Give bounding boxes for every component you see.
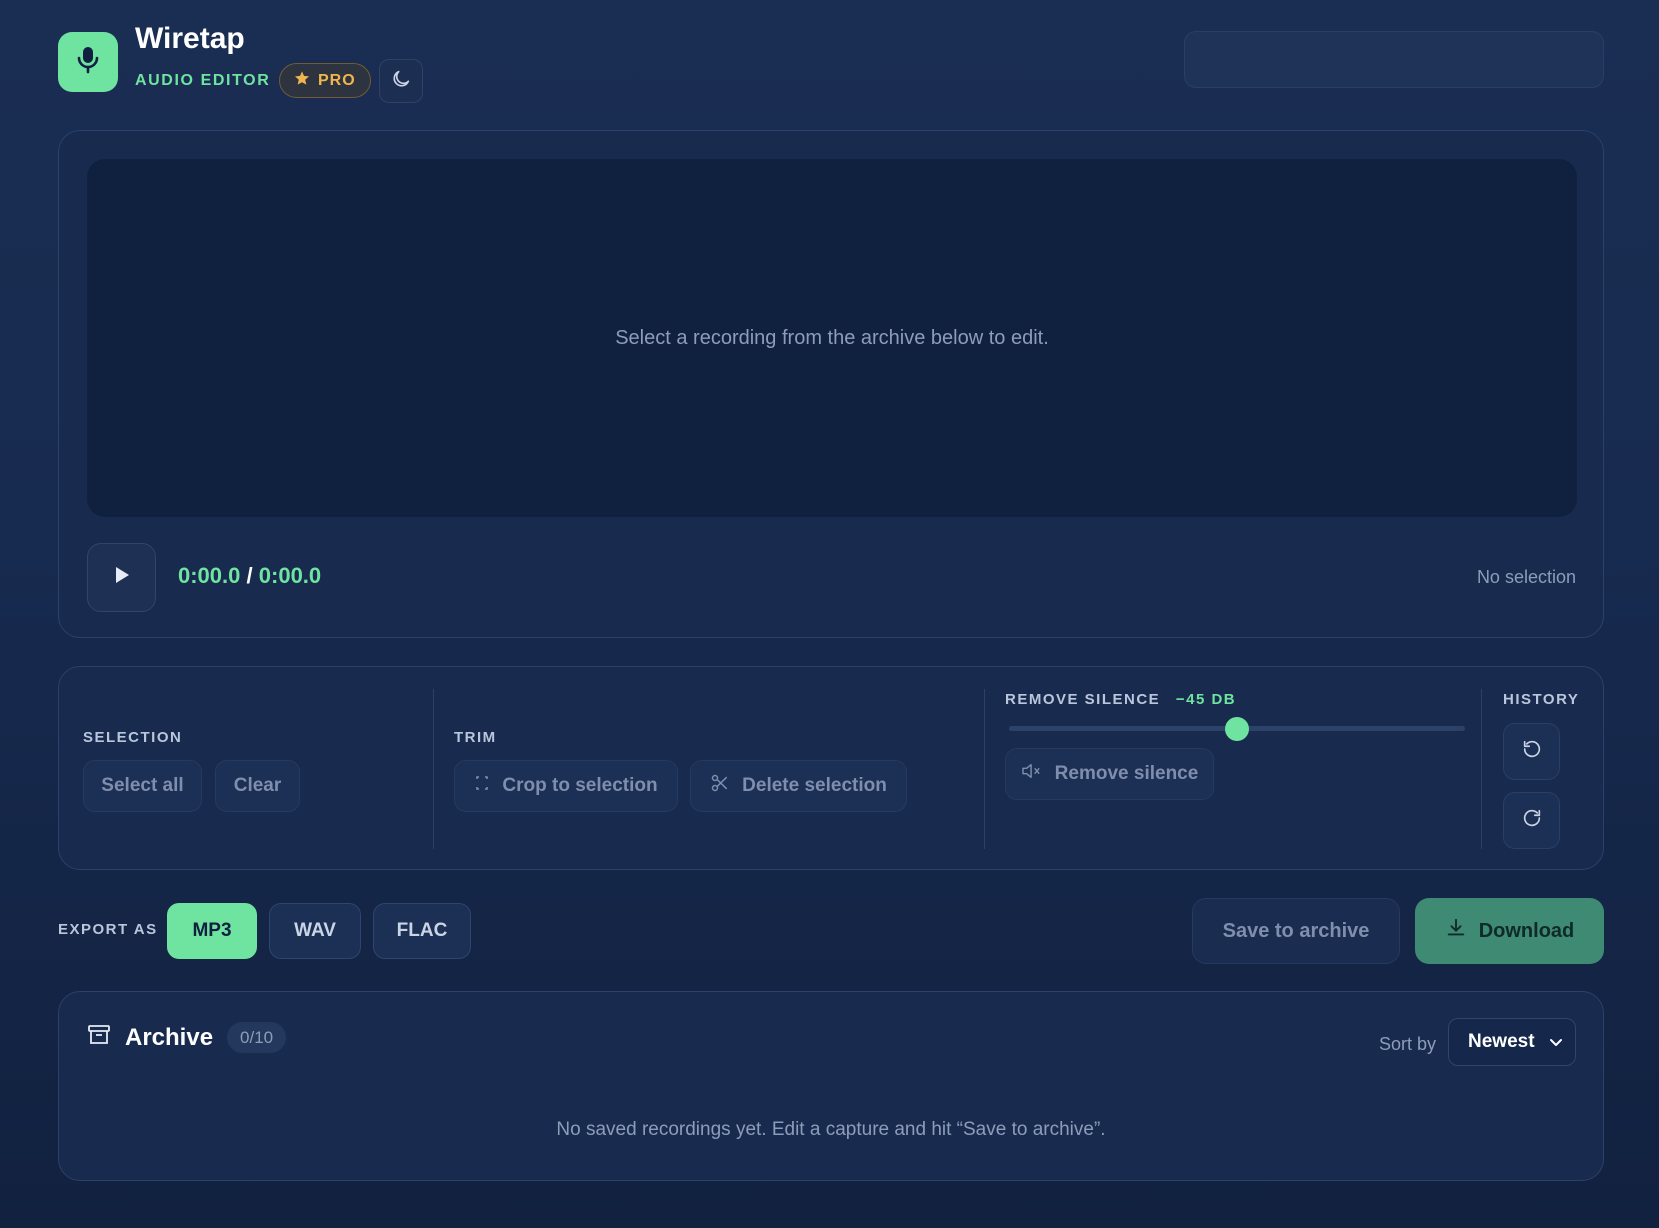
sort-selected-value: Newest [1468,1031,1535,1052]
play-icon [113,565,131,590]
sort-label: Sort by [1378,1034,1436,1054]
remove-silence-button[interactable]: Remove silence [1005,748,1214,800]
pro-badge: PRO [279,63,371,98]
download-button[interactable]: Download [1415,898,1604,964]
crop-label: Crop to selection [502,775,658,796]
archive-empty-message: No saved recordings yet. Edit a capture … [556,1119,1106,1140]
selection-section-label: SELECTION [83,729,183,746]
format-flac-button[interactable]: FLAC [373,903,471,959]
star-icon [294,70,310,91]
search-input[interactable] [1184,31,1604,88]
format-label: MP3 [192,920,232,941]
remove-silence-button-label: Remove silence [1054,763,1199,784]
app-header: Wiretap AUDIO EDITOR PRO [58,22,1604,103]
silence-threshold-slider-thumb[interactable] [1225,717,1249,741]
theme-toggle-button[interactable] [379,59,423,103]
archive-title: Archive [125,1023,214,1051]
delete-selection-label: Delete selection [742,775,887,796]
save-to-archive-label: Save to archive [1222,919,1370,942]
save-to-archive-button[interactable]: Save to archive [1192,898,1400,964]
total-time: 0:00.0 [258,563,322,588]
delete-selection-button[interactable]: Delete selection [690,760,907,812]
silence-threshold-value: −45 DB [1175,691,1237,708]
waveform-empty-message: Select a recording from the archive belo… [615,326,1049,349]
mute-icon [1021,762,1043,786]
export-row: EXPORT AS MP3 WAV FLAC Save to archive D… [58,897,1604,965]
trim-section-label: TRIM [454,729,497,746]
redo-button[interactable] [1503,792,1560,849]
undo-icon [1521,738,1543,765]
archive-count-badge: 0/10 [227,1022,287,1053]
app-title: Wiretap [135,22,245,55]
format-mp3-button[interactable]: MP3 [167,903,257,959]
archive-header: Archive 0/10 [87,1022,287,1053]
download-label: Download [1478,919,1575,942]
crop-to-selection-button[interactable]: Crop to selection [454,760,678,812]
clear-selection-button[interactable]: Clear [215,760,300,812]
moon-icon [390,68,412,95]
sort-select[interactable]: Newest [1448,1018,1576,1066]
section-divider [1481,689,1482,849]
selection-status: No selection [1476,567,1576,587]
waveform-area[interactable]: Select a recording from the archive belo… [87,159,1577,517]
app-logo [58,32,118,92]
pro-badge-label: PRO [318,71,356,89]
select-all-button[interactable]: Select all [83,760,202,812]
app-subtitle: AUDIO EDITOR [135,72,271,89]
remove-silence-section-label: REMOVE SILENCE −45 DB [1005,691,1236,708]
history-section-label: HISTORY [1503,691,1580,708]
crop-icon [474,774,490,798]
current-time: 0:00.0 [178,563,241,588]
format-label: WAV [294,920,336,941]
editor-panel: Select a recording from the archive belo… [58,130,1604,638]
section-divider [433,689,434,849]
remove-silence-label: REMOVE SILENCE [1005,691,1161,708]
archive-panel: Archive 0/10 Sort by Newest No saved rec… [58,991,1604,1181]
download-icon [1445,917,1467,945]
archive-box-icon [87,1024,111,1051]
time-display: 0:00.0 / 0:00.0 [178,563,321,589]
undo-button[interactable] [1503,723,1560,780]
tools-panel: SELECTION Select all Clear TRIM Crop to … [58,666,1604,870]
time-separator: / [246,563,253,588]
clear-label: Clear [233,775,282,796]
export-label: EXPORT AS [58,921,158,938]
redo-icon [1521,807,1543,834]
section-divider [984,689,985,849]
scissors-icon [710,773,730,799]
select-all-label: Select all [101,775,184,796]
play-button[interactable] [87,543,156,612]
format-label: FLAC [396,920,448,941]
microphone-icon [75,45,101,80]
chevron-down-icon [1549,1031,1563,1053]
format-wav-button[interactable]: WAV [269,903,361,959]
